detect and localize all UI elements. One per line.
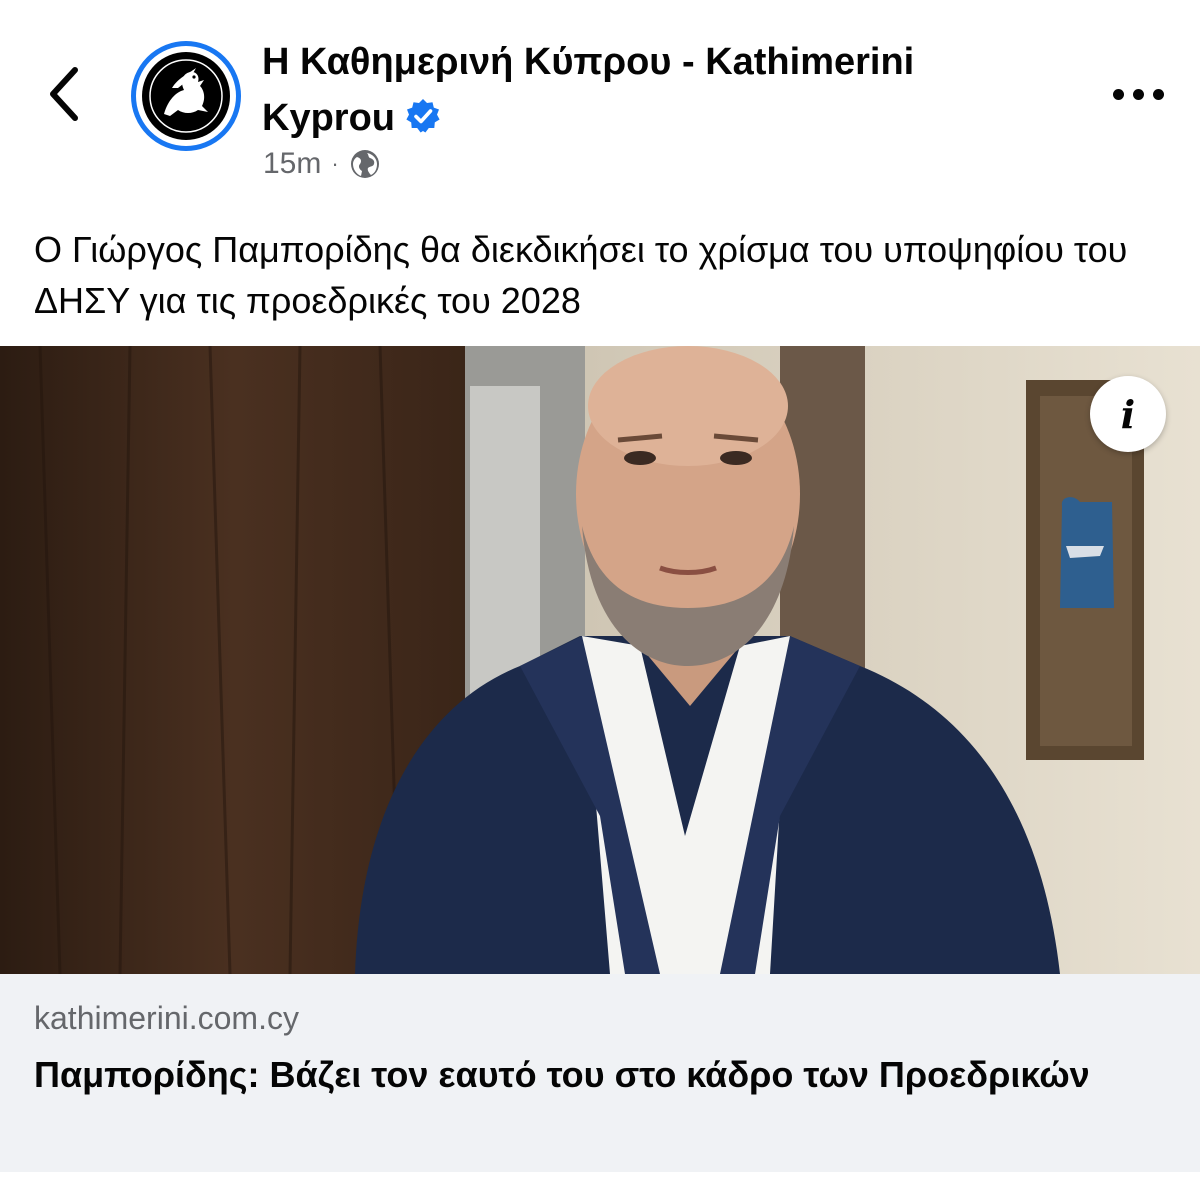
page-avatar[interactable] xyxy=(131,41,241,151)
link-domain: kathimerini.com.cy xyxy=(34,1000,299,1036)
more-dot xyxy=(1132,88,1144,100)
back-button[interactable] xyxy=(36,62,92,126)
post-text: Ο Γιώργος Παμπορίδης θα διεκδικήσει το χ… xyxy=(34,229,1128,321)
post-header: Η Καθημερινή Κύπρου - Kathimerini Kyprou… xyxy=(0,0,1200,200)
link-card-footer: kathimerini.com.cy Παμπορίδης: Βάζει τον… xyxy=(0,974,1200,1172)
more-dot xyxy=(1152,88,1164,100)
chevron-left-icon xyxy=(50,67,78,121)
page-name-text: Η Καθημερινή Κύπρου - Kathimerini Kyprou xyxy=(262,41,915,139)
more-options-button[interactable] xyxy=(1098,72,1178,116)
info-button[interactable]: i xyxy=(1090,376,1166,452)
post-meta: 15m · xyxy=(263,142,381,186)
more-horizontal-icon xyxy=(1112,88,1124,100)
verified-badge-icon xyxy=(406,99,440,133)
page-name-link[interactable]: Η Καθημερινή Κύπρου - Kathimerini Kyprou xyxy=(262,34,1022,146)
post-time: 15m xyxy=(263,147,322,180)
link-headline: Παμπορίδης: Βάζει τον εαυτό του στο κάδρ… xyxy=(34,1054,1090,1095)
article-photo xyxy=(0,346,1200,974)
link-preview-card[interactable]: i kathimerini.com.cy Παμπορίδης: Βάζει τ… xyxy=(0,346,1200,1172)
griffin-logo-icon xyxy=(142,52,230,140)
meta-separator: · xyxy=(331,151,339,176)
globe-icon xyxy=(350,150,379,178)
